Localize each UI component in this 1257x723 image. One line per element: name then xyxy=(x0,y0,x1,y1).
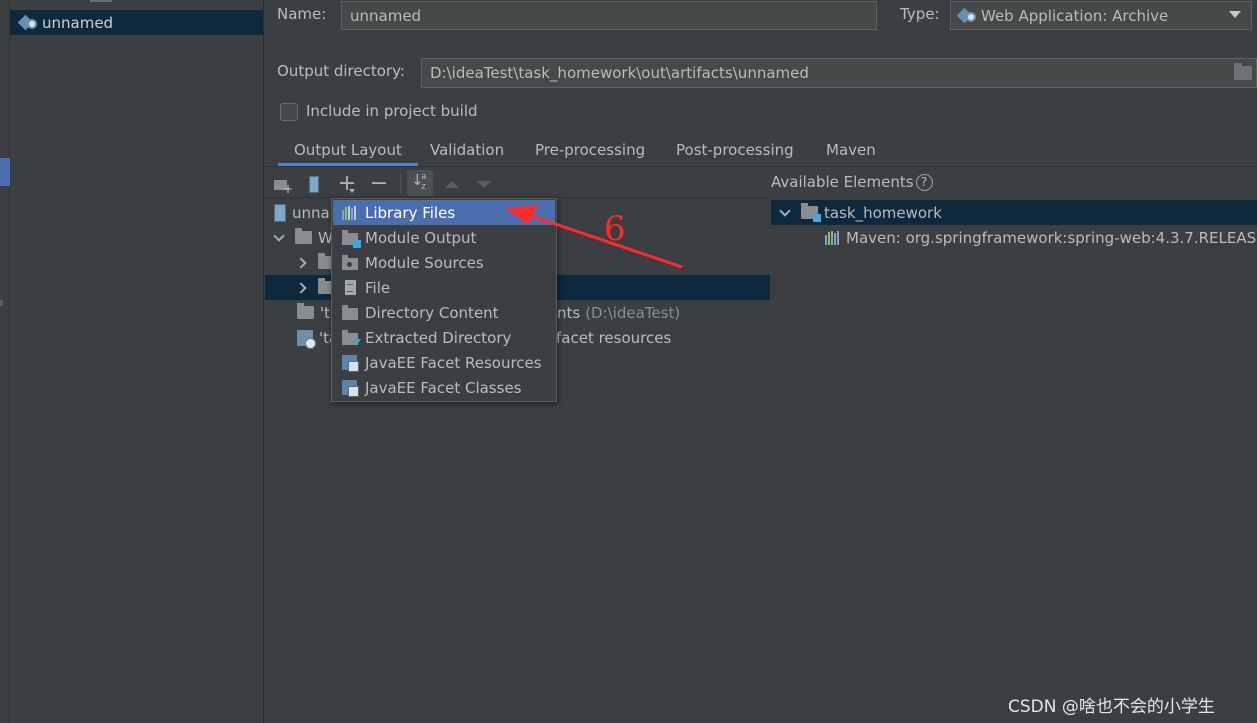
annotation-arrow xyxy=(505,205,683,269)
watermark: CSDN @啥也不会的小学生 xyxy=(1008,697,1215,717)
annotation-step-number: 6 xyxy=(604,209,626,249)
